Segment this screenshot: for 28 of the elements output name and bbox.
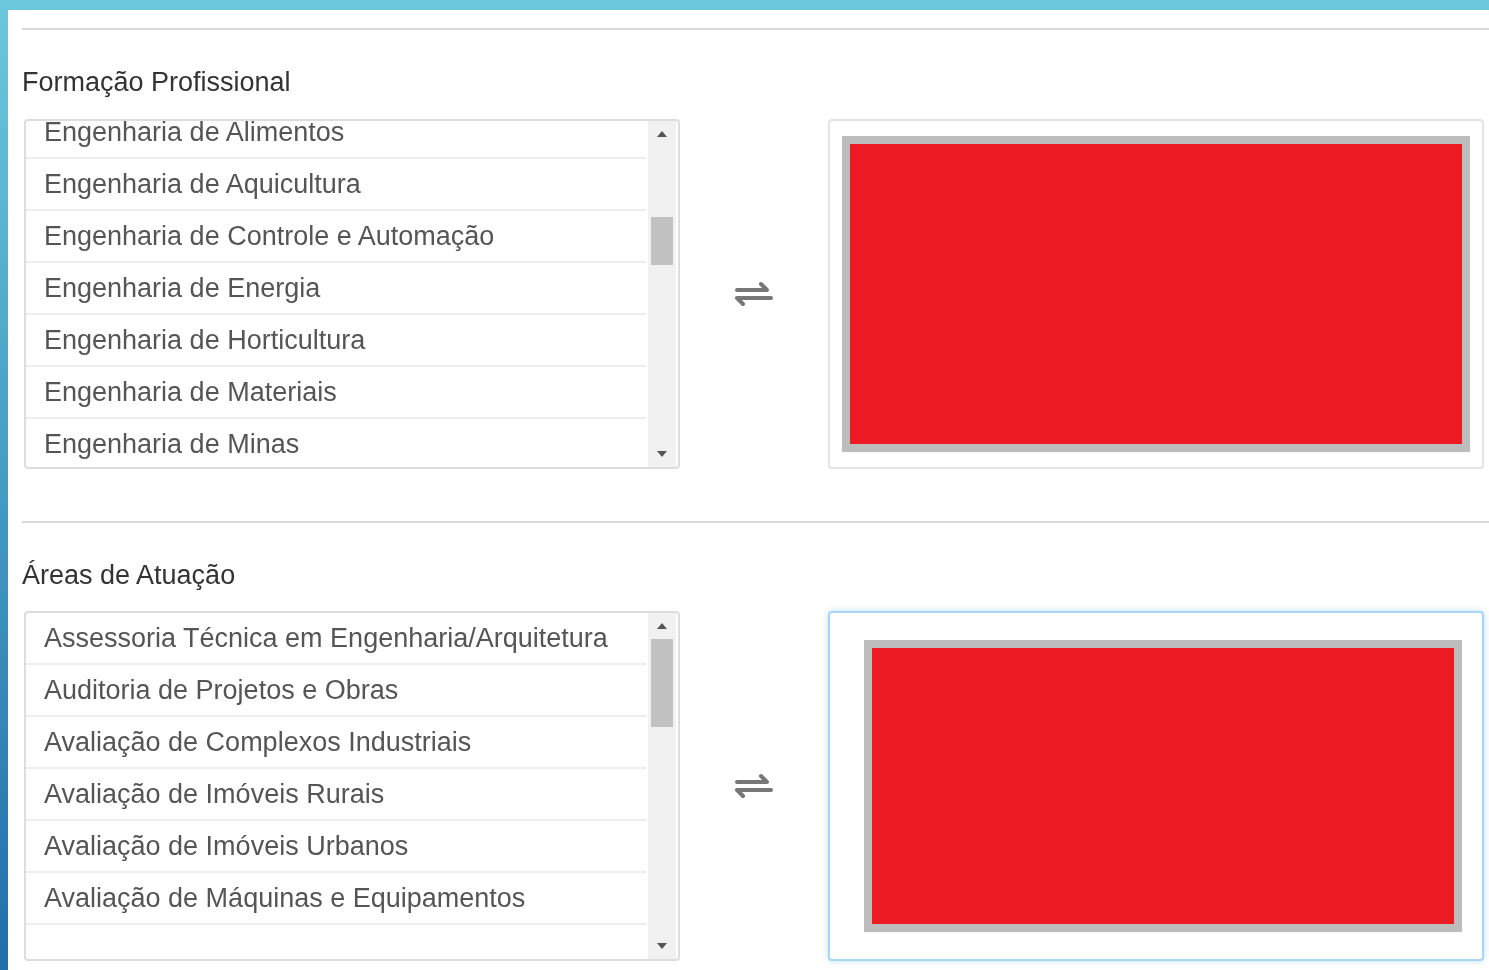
scrollbar-thumb[interactable]	[651, 639, 673, 727]
list-option[interactable]: Engenharia de Horticultura	[26, 314, 646, 367]
scrollbar[interactable]	[648, 613, 676, 959]
section-label: Áreas de Atuação	[22, 558, 237, 592]
list-option[interactable]: Engenharia de Minas	[26, 418, 646, 467]
list-option[interactable]: Engenharia de Aquicultura	[26, 158, 646, 211]
list-option[interactable]: Engenharia de Alimentos	[26, 120, 646, 159]
list-option[interactable]: Engenharia de Energia	[26, 262, 646, 315]
scroll-up-icon[interactable]	[657, 623, 667, 629]
scrollbar-thumb[interactable]	[651, 216, 673, 265]
scroll-up-icon[interactable]	[657, 130, 667, 137]
swap-arrows-icon[interactable]	[733, 280, 775, 307]
list-option[interactable]: Engenharia de Materiais	[26, 366, 646, 419]
list-option[interactable]: Avaliação de Máquinas e Equipamentos	[26, 873, 646, 925]
list-option[interactable]: Avaliação de Complexos Industriais	[26, 717, 646, 769]
list-option[interactable]: Avaliação de Imóveis Rurais	[26, 769, 646, 821]
option-list[interactable]: Engenharia de Alimentos Engenharia de Aquicultura Engenharia de Controle e Automação Engenharia de Energia Engenharia de Horticultura Engenharia de Materiais Engenharia de Minas	[24, 118, 680, 469]
section-label: Formação Profissional	[22, 66, 292, 99]
list-option[interactable]: Auditoria de Projetos e Obras	[26, 665, 646, 717]
option-list[interactable]	[24, 611, 680, 961]
list-option[interactable]: Assessoria Técnica em Engenharia/Arquitetura	[26, 613, 646, 665]
scrollbar[interactable]	[648, 120, 676, 467]
swap-arrows-icon[interactable]	[733, 773, 775, 799]
list-option[interactable]: Engenharia de Controle e Automação	[26, 210, 646, 263]
scroll-down-icon[interactable]	[657, 450, 667, 457]
scroll-down-icon[interactable]	[657, 943, 667, 949]
list-option[interactable]: Avaliação de Imóveis Urbanos	[26, 821, 646, 873]
selection-box[interactable]	[828, 611, 1484, 961]
